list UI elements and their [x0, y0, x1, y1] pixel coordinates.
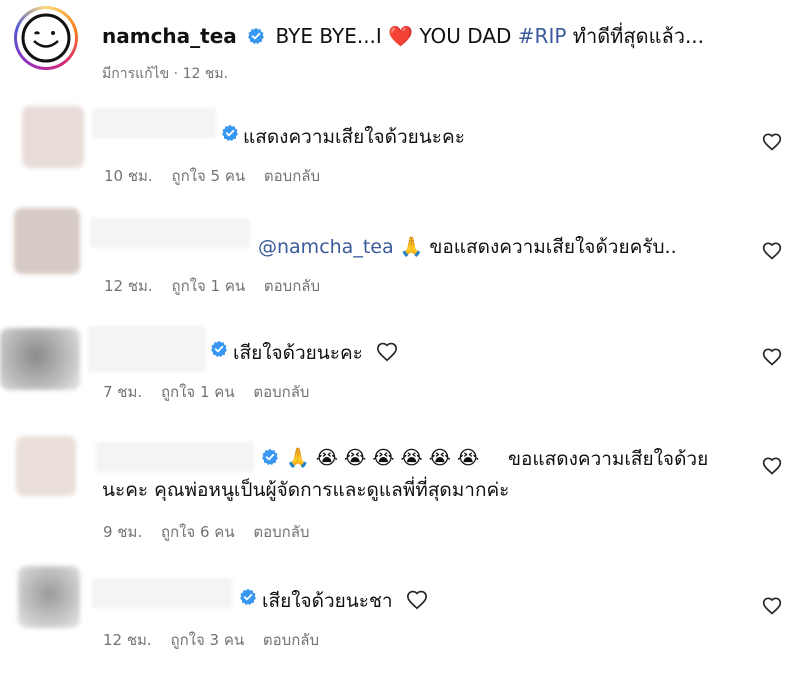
comment-text: เสียใจด้วยนะคะ: [233, 342, 363, 364]
comment-meta: 12 ชม. ถูกใจ 3 คน ตอบกลับ: [103, 628, 333, 652]
commenter-name-redacted[interactable]: [92, 578, 232, 608]
caption-text-2: YOU DAD: [419, 24, 512, 48]
commenter-avatar[interactable]: [14, 208, 80, 274]
comment-time: 9 ชม.: [103, 523, 143, 541]
reply-button[interactable]: ตอบกลับ: [264, 167, 320, 185]
commenter-avatar[interactable]: [22, 106, 84, 168]
caption-text-3: ทำดีที่สุดแล้ว...: [572, 24, 705, 48]
comment-likes[interactable]: ถูกใจ 6 คน: [161, 523, 235, 541]
verified-badge-icon: [222, 124, 238, 142]
commenter-avatar[interactable]: [16, 436, 76, 496]
comment-text-line: เสียใจด้วยนะชา: [262, 586, 429, 616]
red-heart-emoji-icon: ❤️: [388, 24, 414, 48]
verified-badge-icon: [248, 27, 265, 45]
comment-likes[interactable]: ถูกใจ 1 คน: [161, 383, 235, 401]
verified-badge-icon: [240, 588, 256, 606]
white-heart-emoji-icon: [376, 342, 397, 362]
comment-meta: 12 ชม. ถูกใจ 1 คน ตอบกลับ: [104, 274, 334, 298]
comment-text: แสดงความเสียใจด้วยนะคะ: [243, 126, 465, 148]
reply-button[interactable]: ตอบกลับ: [253, 383, 309, 401]
commenter-name-redacted[interactable]: [92, 108, 216, 138]
edited-label: มีการแก้ไข: [102, 66, 170, 82]
comment-likes[interactable]: ถูกใจ 3 คน: [170, 631, 244, 649]
comment-meta: 10 ชม. ถูกใจ 5 คน ตอบกลับ: [104, 164, 334, 188]
comment-text: ขอแสดงความเสียใจด้วย นะคะ คุณพ่อหนูเป็นผ…: [102, 448, 709, 501]
post-header: namcha_tea BYE BYE...I ❤️ YOU DAD #RIP ท…: [14, 6, 794, 86]
heart-outline-icon[interactable]: [762, 347, 782, 367]
heart-outline-icon[interactable]: [762, 241, 782, 261]
commenter-avatar[interactable]: [18, 566, 80, 628]
comment-text-line: @namcha_tea 🙏 ขอแสดงความเสียใจด้วยครับ..: [258, 232, 677, 262]
post-time: 12 ชม.: [182, 66, 229, 82]
comment-likes[interactable]: ถูกใจ 1 คน: [171, 277, 245, 295]
post-caption: namcha_tea BYE BYE...I ❤️ YOU DAD #RIP ท…: [102, 20, 704, 52]
verified-badge-icon: [211, 340, 227, 358]
commenter-name-redacted[interactable]: [88, 326, 206, 372]
reply-button[interactable]: ตอบกลับ: [253, 523, 309, 541]
comment-time: 12 ชม.: [103, 631, 152, 649]
commenter-name-redacted[interactable]: [90, 218, 250, 248]
heart-outline-icon[interactable]: [762, 132, 782, 152]
mention-link[interactable]: @namcha_tea: [258, 236, 394, 258]
comment-time: 12 ชม.: [104, 277, 153, 295]
comment-text: ขอแสดงความเสียใจด้วยครับ..: [429, 236, 677, 258]
comment-meta: 7 ชม. ถูกใจ 1 คน ตอบกลับ: [103, 380, 323, 404]
smiley-avatar-icon: [21, 13, 71, 63]
reply-button[interactable]: ตอบกลับ: [263, 631, 319, 649]
caption-text-1: BYE BYE...I: [275, 24, 382, 48]
heart-outline-icon[interactable]: [762, 456, 782, 476]
comment-likes[interactable]: ถูกใจ 5 คน: [171, 167, 245, 185]
comment-text: เสียใจด้วยนะชา: [262, 590, 393, 612]
profile-avatar[interactable]: [14, 6, 78, 70]
comment-time: 7 ชม.: [103, 383, 143, 401]
reply-button[interactable]: ตอบกลับ: [264, 277, 320, 295]
folded-hands-emoji-icon: 🙏: [399, 236, 424, 258]
post-username[interactable]: namcha_tea: [102, 24, 237, 48]
white-heart-emoji-icon: [406, 590, 427, 610]
post-meta: มีการแก้ไข · 12 ชม.: [102, 66, 229, 82]
heart-outline-icon[interactable]: [762, 596, 782, 616]
comment-time: 10 ชม.: [104, 167, 153, 185]
hashtag-link[interactable]: #RIP: [518, 24, 567, 48]
commenter-avatar[interactable]: [0, 328, 80, 390]
comment-meta: 9 ชม. ถูกใจ 6 คน ตอบกลับ: [103, 520, 323, 544]
comment-text-line: เสียใจด้วยนะคะ: [233, 338, 399, 368]
